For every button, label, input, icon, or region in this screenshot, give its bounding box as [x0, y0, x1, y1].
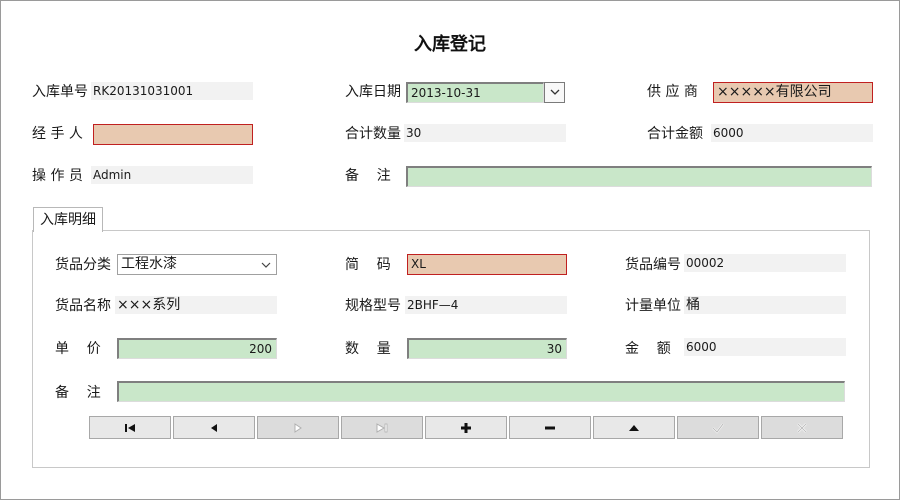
- price-field[interactable]: 200: [117, 338, 277, 359]
- prior-icon: [211, 423, 217, 432]
- total-qty-value: 30: [404, 124, 566, 142]
- up-arrow-icon: [629, 424, 639, 431]
- date-field[interactable]: 2013-10-31: [406, 82, 544, 103]
- detail-remark-field[interactable]: [117, 381, 845, 402]
- amount-label: 金 额: [625, 341, 671, 357]
- operator-label: 操 作 员: [32, 168, 83, 184]
- header-remark-field[interactable]: [406, 166, 872, 187]
- next-record-button[interactable]: [257, 416, 339, 439]
- order-no-label: 入库单号: [32, 84, 88, 100]
- total-qty-label: 合计数量: [345, 126, 401, 142]
- header-remark-label: 备 注: [345, 168, 391, 184]
- form-title: 入库登记: [414, 34, 486, 55]
- operator-value: Admin: [91, 166, 253, 184]
- date-label: 入库日期: [345, 84, 401, 100]
- cancel-icon: [797, 422, 807, 433]
- item-code-label: 货品编号: [625, 257, 681, 273]
- insert-record-button[interactable]: [425, 416, 507, 439]
- total-amount-label: 合计金额: [647, 126, 703, 142]
- quantity-field[interactable]: 30: [407, 338, 567, 359]
- spec-value: 2BHF—4: [405, 296, 567, 314]
- short-code-field[interactable]: XL: [407, 254, 567, 275]
- next-icon: [294, 422, 302, 433]
- check-icon: [712, 422, 724, 434]
- date-picker-button[interactable]: [544, 82, 565, 103]
- plus-icon: [461, 422, 471, 433]
- short-code-label: 简 码: [345, 257, 391, 273]
- edit-record-button[interactable]: [593, 416, 675, 439]
- cancel-record-button[interactable]: [761, 416, 843, 439]
- price-label: 单 价: [55, 341, 101, 357]
- total-amount-value: 6000: [711, 124, 873, 142]
- quantity-label: 数 量: [345, 341, 391, 357]
- unit-label: 计量单位: [625, 298, 681, 314]
- amount-value: 6000: [684, 338, 846, 356]
- handler-field[interactable]: [93, 124, 253, 145]
- chevron-down-icon: [550, 89, 560, 95]
- item-name-value: ×××系列: [115, 296, 277, 314]
- last-icon: [376, 422, 388, 433]
- item-code-value: 00002: [684, 254, 846, 272]
- first-icon: [125, 423, 135, 432]
- item-name-label: 货品名称: [55, 298, 111, 314]
- handler-label: 经 手 人: [32, 126, 83, 142]
- first-record-button[interactable]: [89, 416, 171, 439]
- unit-value: 桶: [684, 296, 846, 314]
- detail-remark-label: 备 注: [55, 385, 101, 401]
- category-value: 工程水漆: [121, 256, 177, 272]
- category-label: 货品分类: [55, 257, 111, 273]
- prior-record-button[interactable]: [173, 416, 255, 439]
- minus-icon: [545, 426, 555, 429]
- chevron-down-icon: [261, 262, 271, 268]
- delete-record-button[interactable]: [509, 416, 591, 439]
- order-no-value: RK20131031001: [91, 82, 253, 100]
- category-select[interactable]: 工程水漆: [117, 254, 277, 275]
- supplier-label: 供 应 商: [647, 84, 698, 100]
- last-record-button[interactable]: [341, 416, 423, 439]
- tab-details[interactable]: 入库明细: [33, 207, 103, 232]
- spec-label: 规格型号: [345, 298, 401, 314]
- post-record-button[interactable]: [677, 416, 759, 439]
- supplier-field[interactable]: ×××××有限公司: [713, 82, 873, 103]
